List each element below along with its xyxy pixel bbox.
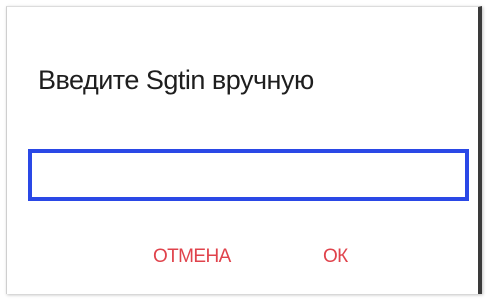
sgtin-entry-dialog: Введите Sgtin вручную ОТМЕНА ОК <box>6 6 482 294</box>
ok-button[interactable]: ОК <box>317 235 354 279</box>
sgtin-input[interactable] <box>28 149 469 201</box>
cancel-button[interactable]: ОТМЕНА <box>147 235 237 279</box>
dialog-title: Введите Sgtin вручную <box>38 65 314 95</box>
